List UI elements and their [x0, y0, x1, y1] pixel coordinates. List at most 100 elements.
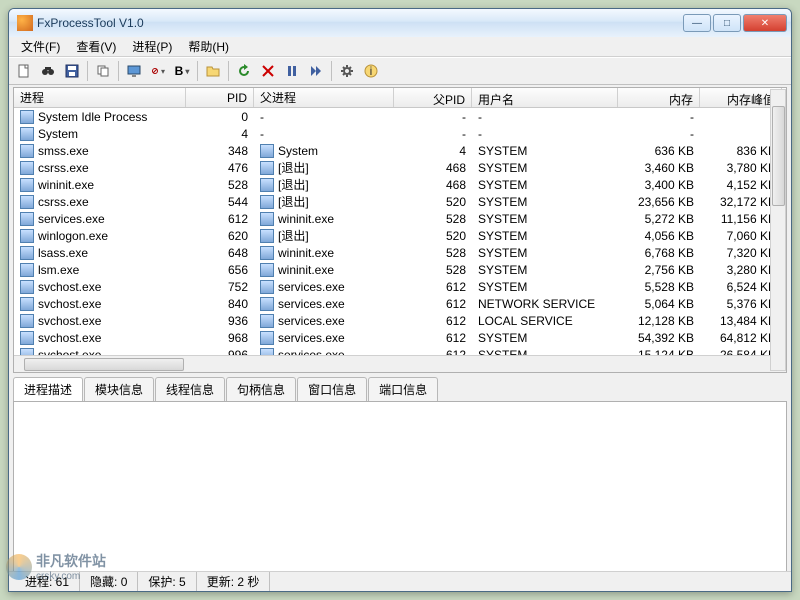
cell-user: SYSTEM: [472, 280, 618, 294]
tab-module[interactable]: 模块信息: [84, 377, 154, 401]
window-title: FxProcessTool V1.0: [37, 16, 683, 30]
process-icon: [20, 127, 34, 141]
cell-ppid: 528: [394, 212, 472, 226]
cell-ppid: 520: [394, 229, 472, 243]
monitor-icon[interactable]: [123, 60, 145, 82]
tab-port[interactable]: 端口信息: [368, 377, 438, 401]
process-list: 进程 PID 父进程 父PID 用户名 内存 内存峰值 System Idle …: [13, 87, 787, 373]
table-row[interactable]: svchost.exe968services.exe612SYSTEM54,39…: [14, 329, 786, 346]
menu-view[interactable]: 查看(V): [68, 36, 124, 57]
cell-parent: [退出]: [254, 193, 394, 210]
col-user[interactable]: 用户名: [472, 88, 618, 107]
save-icon[interactable]: [61, 60, 83, 82]
table-row[interactable]: lsm.exe656wininit.exe528SYSTEM2,756 KB3,…: [14, 261, 786, 278]
cell-process: svchost.exe: [14, 297, 186, 311]
cell-parent: services.exe: [254, 280, 394, 294]
menu-help[interactable]: 帮助(H): [180, 36, 237, 57]
table-row[interactable]: svchost.exe936services.exe612LOCAL SERVI…: [14, 312, 786, 329]
cell-process: csrss.exe: [14, 195, 186, 209]
cell-user: SYSTEM: [472, 212, 618, 226]
cell-parent: wininit.exe: [254, 263, 394, 277]
menu-process[interactable]: 进程(P): [124, 36, 180, 57]
gear-icon[interactable]: [336, 60, 358, 82]
action-dropdown[interactable]: [147, 60, 169, 82]
tab-window[interactable]: 窗口信息: [297, 377, 367, 401]
cell-ppid: 612: [394, 280, 472, 294]
info-icon[interactable]: i: [360, 60, 382, 82]
titlebar[interactable]: FxProcessTool V1.0 — □ ✕: [9, 9, 791, 37]
folder-icon[interactable]: [202, 60, 224, 82]
table-row[interactable]: svchost.exe996services.exe612SYSTEM15,12…: [14, 346, 786, 355]
process-icon: [260, 161, 274, 175]
cell-mem: 2,756 KB: [618, 263, 700, 277]
process-icon: [20, 212, 34, 226]
cell-ppid: 612: [394, 314, 472, 328]
cell-parent: System: [254, 144, 394, 158]
cell-process: lsass.exe: [14, 246, 186, 260]
maximize-button[interactable]: □: [713, 14, 741, 32]
copy-icon[interactable]: [92, 60, 114, 82]
col-pid[interactable]: PID: [186, 88, 254, 107]
bold-dropdown[interactable]: B: [171, 60, 193, 82]
minimize-button[interactable]: —: [683, 14, 711, 32]
table-row[interactable]: smss.exe348System4SYSTEM636 KB836 KB: [14, 142, 786, 159]
refresh-icon[interactable]: [233, 60, 255, 82]
close-button[interactable]: ✕: [743, 14, 787, 32]
vertical-scrollbar[interactable]: [770, 89, 786, 371]
process-icon: [20, 280, 34, 294]
cell-process: csrss.exe: [14, 161, 186, 175]
delete-icon[interactable]: [257, 60, 279, 82]
col-parent[interactable]: 父进程: [254, 88, 394, 107]
cell-user: -: [472, 127, 618, 141]
separator: [331, 61, 332, 81]
cell-ppid: 612: [394, 348, 472, 356]
tab-thread[interactable]: 线程信息: [155, 377, 225, 401]
cell-pid: 612: [186, 212, 254, 226]
tab-handle[interactable]: 句柄信息: [226, 377, 296, 401]
cell-user: SYSTEM: [472, 348, 618, 356]
table-row[interactable]: svchost.exe752services.exe612SYSTEM5,528…: [14, 278, 786, 295]
col-mem[interactable]: 内存: [618, 88, 700, 107]
cell-user: SYSTEM: [472, 246, 618, 260]
col-ppid[interactable]: 父PID: [394, 88, 472, 107]
table-row[interactable]: lsass.exe648wininit.exe528SYSTEM6,768 KB…: [14, 244, 786, 261]
tab-description[interactable]: 进程描述: [13, 377, 83, 401]
binoculars-icon[interactable]: [37, 60, 59, 82]
cell-process: services.exe: [14, 212, 186, 226]
table-row[interactable]: csrss.exe476[退出]468SYSTEM3,460 KB3,780 K…: [14, 159, 786, 176]
separator: [87, 61, 88, 81]
process-icon: [20, 161, 34, 175]
table-row[interactable]: System4-----: [14, 125, 786, 142]
table-row[interactable]: csrss.exe544[退出]520SYSTEM23,656 KB32,172…: [14, 193, 786, 210]
scroll-thumb[interactable]: [772, 106, 785, 206]
menu-file[interactable]: 文件(F): [13, 36, 68, 57]
cell-mem: 3,400 KB: [618, 178, 700, 192]
cell-ppid: 612: [394, 331, 472, 345]
cell-user: SYSTEM: [472, 161, 618, 175]
new-icon[interactable]: [13, 60, 35, 82]
table-row[interactable]: svchost.exe840services.exe612NETWORK SER…: [14, 295, 786, 312]
scroll-thumb[interactable]: [24, 358, 184, 371]
process-icon: [260, 314, 274, 328]
table-row[interactable]: System Idle Process0-----: [14, 108, 786, 125]
cell-mem: 4,056 KB: [618, 229, 700, 243]
table-row[interactable]: services.exe612wininit.exe528SYSTEM5,272…: [14, 210, 786, 227]
forward-icon[interactable]: [305, 60, 327, 82]
separator: [228, 61, 229, 81]
cell-process: wininit.exe: [14, 178, 186, 192]
process-icon: [20, 195, 34, 209]
table-row[interactable]: winlogon.exe620[退出]520SYSTEM4,056 KB7,06…: [14, 227, 786, 244]
cell-user: SYSTEM: [472, 178, 618, 192]
pause-icon[interactable]: [281, 60, 303, 82]
menubar: 文件(F) 查看(V) 进程(P) 帮助(H): [9, 37, 791, 57]
process-rows: System Idle Process0-----System4-----sms…: [14, 108, 786, 355]
table-row[interactable]: wininit.exe528[退出]468SYSTEM3,400 KB4,152…: [14, 176, 786, 193]
col-process[interactable]: 进程: [14, 88, 186, 107]
cell-mem: 636 KB: [618, 144, 700, 158]
process-icon: [20, 229, 34, 243]
cell-mem: 12,128 KB: [618, 314, 700, 328]
horizontal-scrollbar[interactable]: [14, 355, 786, 372]
process-icon: [20, 178, 34, 192]
process-icon: [20, 110, 34, 124]
status-hidden: 隐藏: 0: [80, 572, 138, 591]
